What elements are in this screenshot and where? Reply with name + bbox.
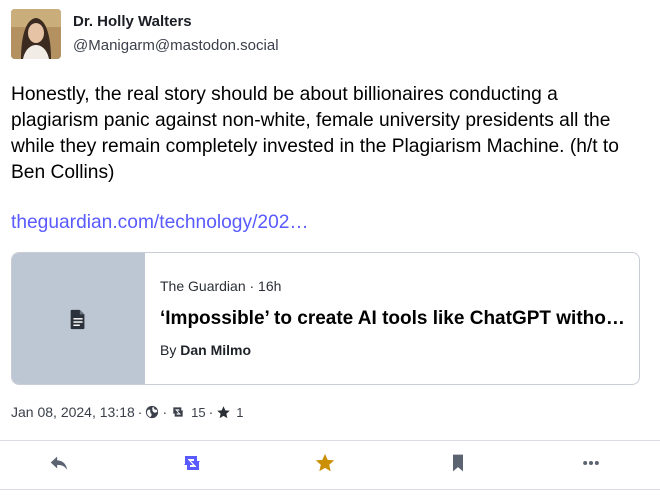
bookmark-icon — [448, 453, 468, 478]
more-button[interactable] — [578, 452, 604, 478]
meta-separator: · — [137, 404, 143, 420]
favourite-button[interactable] — [312, 452, 338, 478]
meta-separator: · — [208, 404, 214, 420]
status-meta: Jan 08, 2024, 13:18 · · 15 · 1 — [11, 403, 244, 421]
meta-separator: · — [162, 404, 168, 420]
favourite-count: 1 — [236, 404, 244, 420]
card-title[interactable]: ‘Impossible’ to create AI tools like Cha… — [160, 308, 626, 330]
card-byline-prefix: By — [160, 342, 181, 358]
status-post: Dr. Holly Walters @Manigarm@mastodon.soc… — [0, 0, 660, 502]
status-link[interactable]: theguardian.com/technology/202… — [11, 210, 309, 236]
document-icon — [67, 308, 89, 335]
card-byline: By Dan Milmo — [160, 342, 251, 358]
action-bar — [0, 441, 660, 489]
author-handle[interactable]: @Manigarm@mastodon.social — [73, 37, 279, 54]
card-byline-author[interactable]: Dan Milmo — [180, 342, 251, 358]
card-thumbnail — [12, 253, 145, 384]
more-icon — [581, 453, 601, 478]
reply-icon — [48, 452, 70, 479]
avatar[interactable] — [11, 9, 61, 59]
globe-icon — [145, 405, 159, 419]
status-content: Honestly, the real story should be about… — [11, 84, 619, 183]
star-icon — [216, 405, 231, 420]
link-preview-card[interactable]: The Guardian · 16h ‘Impossible’ to creat… — [11, 252, 640, 385]
divider — [0, 489, 660, 490]
author-display-name[interactable]: Dr. Holly Walters — [73, 13, 192, 30]
boost-icon — [170, 405, 186, 419]
reply-button[interactable] — [46, 452, 72, 478]
bookmark-button[interactable] — [445, 452, 471, 478]
status-timestamp[interactable]: Jan 08, 2024, 13:18 — [11, 404, 135, 420]
boost-icon — [180, 453, 204, 478]
star-icon — [314, 452, 336, 479]
boost-button[interactable] — [179, 452, 205, 478]
card-source: The Guardian · 16h — [160, 278, 282, 294]
boost-count: 15 — [191, 404, 206, 420]
